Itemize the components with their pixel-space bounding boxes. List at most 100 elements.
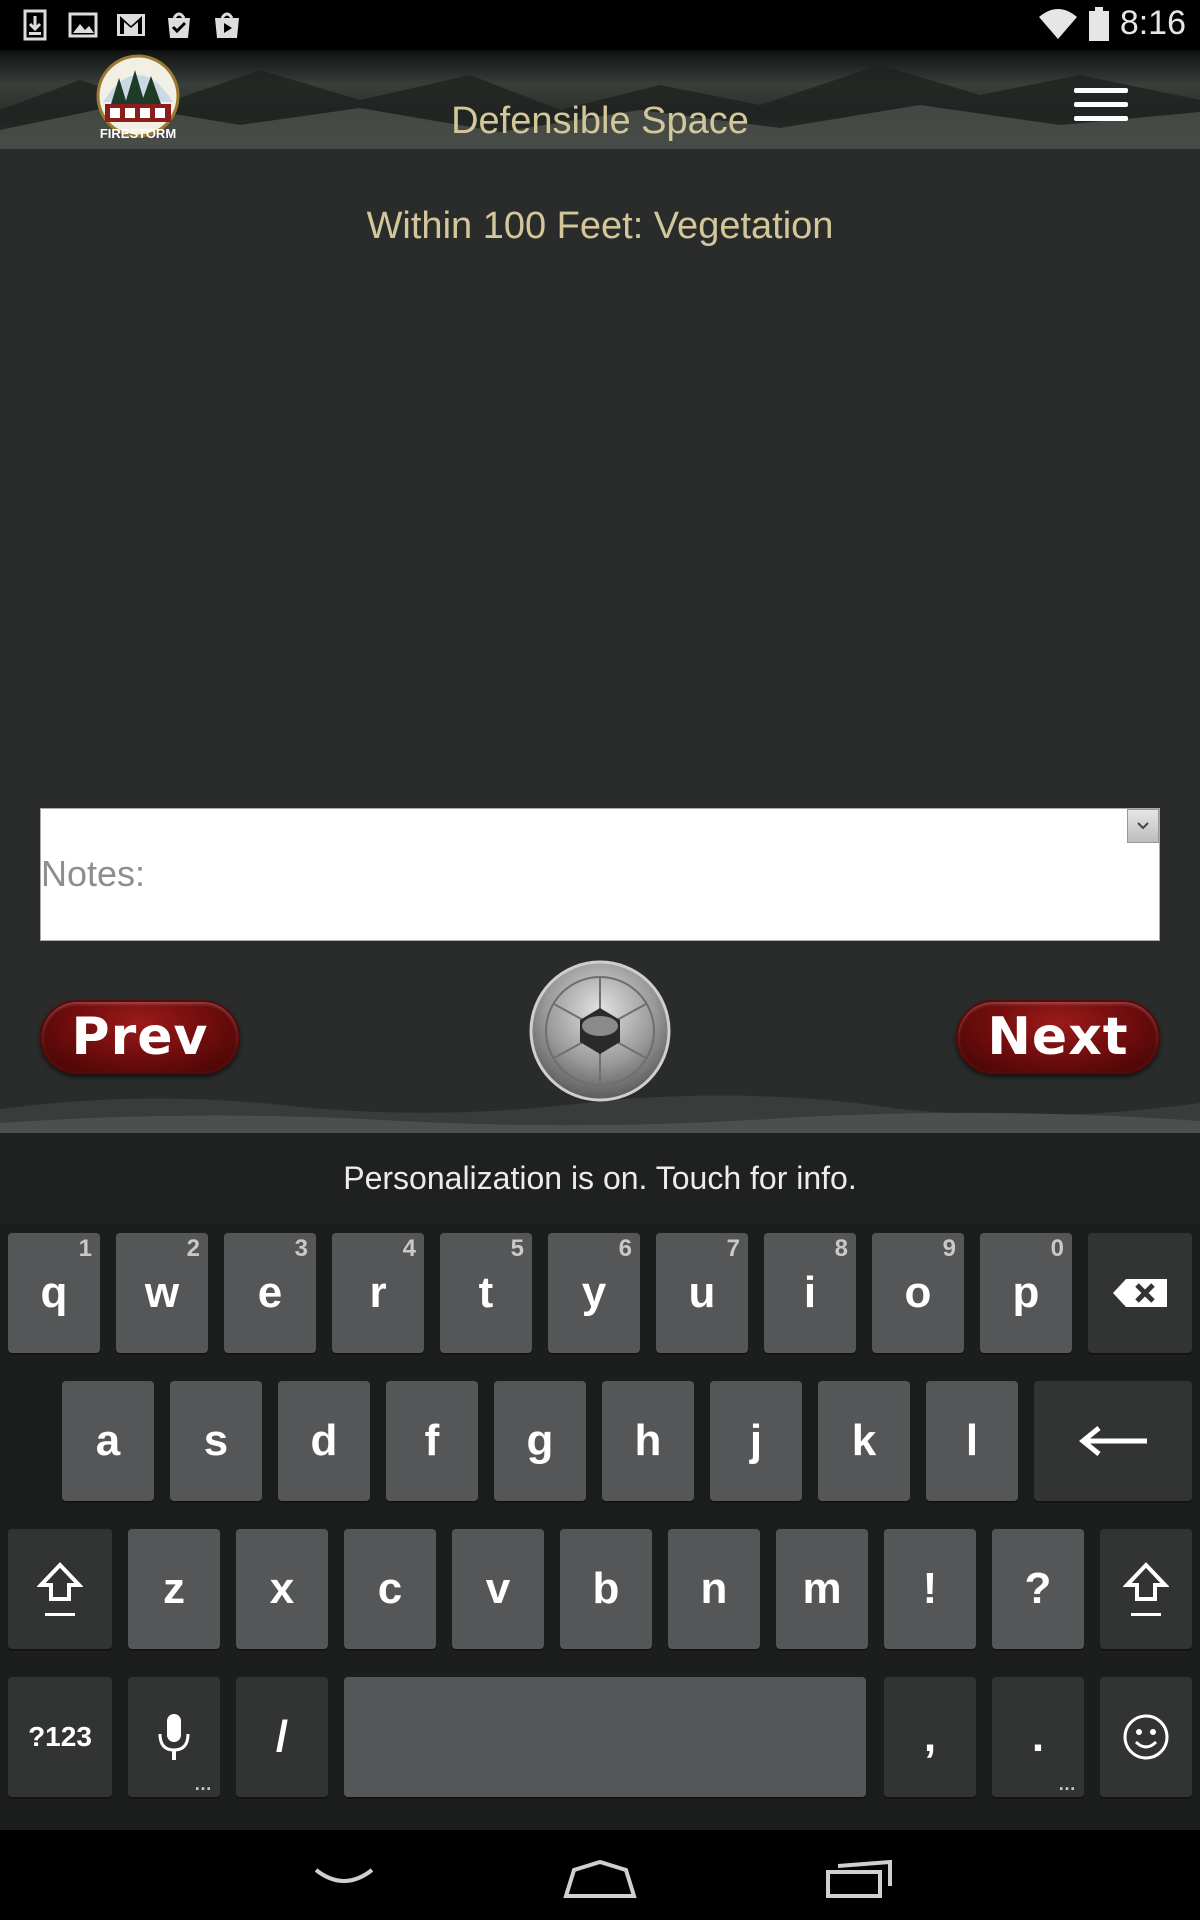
key-hint: 7 [726,1235,740,1262]
enter-key[interactable] [1034,1381,1192,1501]
more-dots-icon: … [194,1774,212,1794]
camera-aperture-icon[interactable] [529,960,671,1102]
key-label: w [144,1268,180,1317]
shift-icon [1123,1562,1169,1616]
key-label: y [581,1268,607,1317]
key-d[interactable]: d [278,1381,370,1501]
tasks-icon [168,12,190,38]
key-q[interactable]: q 1 [8,1233,100,1353]
key-question[interactable]: ? [992,1529,1084,1649]
key-z[interactable]: z [128,1529,220,1649]
symbols-label: ?123 [28,1721,92,1752]
key-f[interactable]: f [386,1381,478,1501]
shift-key-right[interactable] [1100,1529,1192,1649]
key-hint: 4 [402,1235,416,1262]
emoji-key[interactable] [1100,1677,1192,1797]
shift-key-left[interactable] [8,1529,112,1649]
key-label: u [688,1268,716,1317]
key-hint: 0 [1050,1235,1064,1262]
main-content: Within 100 Feet: Vegetation Notes: Prev [0,149,1200,1133]
key-label: e [257,1268,283,1317]
suggestion-strip[interactable]: Personalization is on. Touch for info. [0,1133,1200,1223]
microphone-icon [158,1714,190,1760]
key-j[interactable]: j [710,1381,802,1501]
key-m[interactable]: m [776,1529,868,1649]
battery-icon [1088,6,1109,41]
prev-button[interactable]: Prev [40,1000,240,1074]
menu-line [1074,102,1128,107]
key-p[interactable]: p 0 [980,1233,1072,1353]
key-g[interactable]: g [494,1381,586,1501]
key-label: o [904,1268,932,1317]
key-hint: 9 [942,1235,956,1262]
key-n[interactable]: n [668,1529,760,1649]
personalization-notice[interactable]: Personalization is on. Touch for info. [343,1160,856,1197]
chevron-down-icon [1137,822,1149,830]
download-icon [23,9,47,41]
backspace-key[interactable] [1088,1233,1192,1353]
key-h[interactable]: h [602,1381,694,1501]
key-label: t [478,1268,494,1317]
key-x[interactable]: x [236,1529,328,1649]
notes-placeholder: Notes: [41,853,146,894]
key-period[interactable]: . … [992,1677,1084,1797]
key-w[interactable]: w 2 [116,1233,208,1353]
wifi-icon [1038,8,1077,39]
key-hint: 6 [618,1235,632,1262]
menu-line [1074,116,1128,121]
gmail-icon [117,14,145,36]
recent-apps-icon[interactable] [824,1858,894,1900]
hamburger-menu-button[interactable] [1068,80,1132,130]
notification-icons [18,8,244,42]
image-icon [68,12,98,38]
page-title: Defensible Space [451,100,749,142]
key-s[interactable]: s [170,1381,262,1501]
key-k[interactable]: k [818,1381,910,1501]
key-r[interactable]: r 4 [332,1233,424,1353]
soft-keyboard: Personalization is on. Touch for info. q… [0,1133,1200,1830]
emoji-icon [1123,1714,1169,1760]
home-icon[interactable] [562,1860,638,1900]
system-status: 8:16 [1038,4,1186,43]
key-label: p [1012,1268,1040,1317]
enter-arrow-icon [1079,1426,1147,1456]
shift-icon [37,1562,83,1616]
key-hint: 2 [186,1235,200,1262]
more-dots-icon: … [1058,1774,1076,1794]
key-b[interactable]: b [560,1529,652,1649]
key-exclamation[interactable]: ! [884,1529,976,1649]
key-l[interactable]: l [926,1381,1018,1501]
key-v[interactable]: v [452,1529,544,1649]
key-i[interactable]: i 8 [764,1233,856,1353]
key-hint: 3 [294,1235,308,1262]
key-a[interactable]: a [62,1381,154,1501]
menu-line [1074,88,1128,93]
key-u[interactable]: u 7 [656,1233,748,1353]
notes-field[interactable]: Notes: [40,808,1160,941]
space-bar[interactable] [344,1677,866,1797]
key-label: q [40,1268,68,1317]
key-t[interactable]: t 5 [440,1233,532,1353]
key-hint: 1 [78,1235,92,1262]
key-hint: 5 [510,1235,524,1262]
key-e[interactable]: e 3 [224,1233,316,1353]
key-label: i [803,1268,817,1317]
voice-input-key[interactable]: … [128,1677,220,1797]
key-y[interactable]: y 6 [548,1233,640,1353]
key-comma[interactable]: , [884,1677,976,1797]
app-header: FIRESTORM Defensible Space [0,50,1200,149]
key-label: r [369,1268,387,1317]
shopping-bag-icon [215,12,239,38]
back-icon[interactable] [313,1866,375,1888]
navigation-bar [0,1830,1200,1920]
key-o[interactable]: o 9 [872,1233,964,1353]
section-heading: Within 100 Feet: Vegetation [366,205,834,247]
notes-dropdown-button[interactable] [1127,809,1159,843]
symbols-key[interactable]: ?123 [8,1677,112,1797]
key-hint: 8 [834,1235,848,1262]
key-slash[interactable]: / [236,1677,328,1797]
status-bar: 8:16 [0,0,1200,50]
next-button[interactable]: Next [956,1000,1160,1074]
status-time: 8:16 [1119,4,1186,42]
key-c[interactable]: c [344,1529,436,1649]
